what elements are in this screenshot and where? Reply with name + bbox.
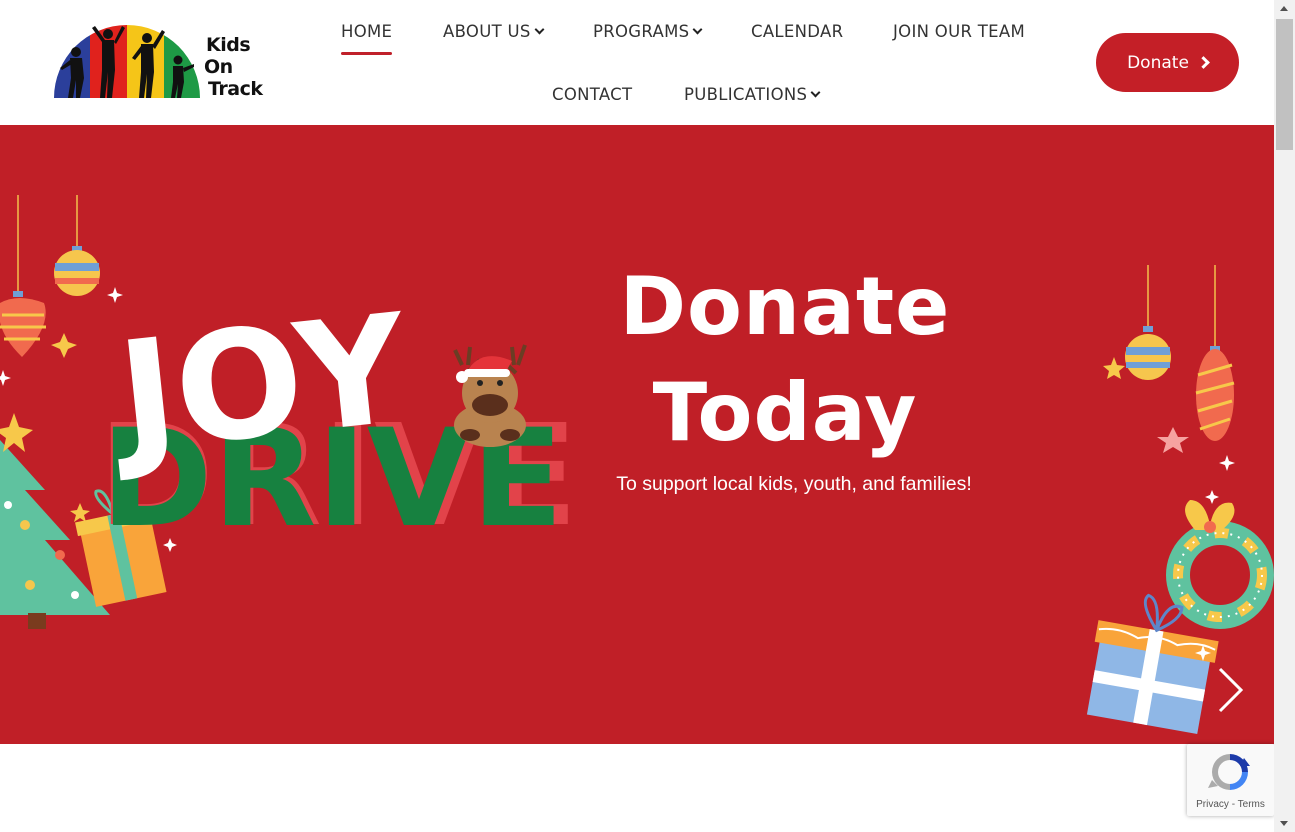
ornament-icon xyxy=(1195,346,1235,441)
nav-publications-label: PUBLICATIONS xyxy=(684,85,808,104)
scrollbar-thumb[interactable] xyxy=(1276,19,1293,150)
wreath-icon xyxy=(1166,500,1274,629)
donate-button-label: Donate xyxy=(1127,52,1189,73)
nav-contact[interactable]: CONTACT xyxy=(552,85,632,104)
nav-publications[interactable]: PUBLICATIONS xyxy=(684,85,821,104)
recaptcha-terms-link[interactable]: Terms xyxy=(1238,799,1265,810)
nav-home-label: HOME xyxy=(341,22,393,41)
header-donate-button[interactable]: Donate xyxy=(1096,33,1239,92)
logo-text-on: On xyxy=(204,56,233,78)
nav-programs-label: PROGRAMS xyxy=(593,22,690,41)
hero-title-line1: Donate xyxy=(619,260,951,353)
site-header: Kids On Track HOME ABOUT US PROGRAMS CAL… xyxy=(0,0,1274,125)
chevron-right-icon xyxy=(1197,56,1210,69)
scroll-up-arrow-icon[interactable] xyxy=(1280,6,1288,11)
logo-text-track: Track xyxy=(208,78,263,100)
nav-about-us[interactable]: ABOUT US xyxy=(443,22,545,41)
ornament-icon xyxy=(1125,326,1171,380)
kids-on-track-logo[interactable]: Kids On Track xyxy=(52,22,274,102)
hero-subtitle: To support local kids, youth, and famili… xyxy=(616,473,972,495)
ornament-icon xyxy=(54,246,100,296)
vertical-scrollbar[interactable] xyxy=(1274,0,1295,832)
nav-calendar[interactable]: CALENDAR xyxy=(751,22,843,41)
joy-word: JOY xyxy=(102,282,417,486)
chevron-down-icon xyxy=(692,24,703,35)
nav-calendar-label: CALENDAR xyxy=(751,22,844,41)
nav-programs[interactable]: PROGRAMS xyxy=(593,22,703,41)
recaptcha-privacy-link[interactable]: Privacy xyxy=(1196,799,1229,810)
logo-rainbow-icon xyxy=(54,25,200,98)
nav-contact-label: CONTACT xyxy=(552,85,633,104)
ornament-icon xyxy=(0,291,46,357)
nav-join-label: JOIN OUR TEAM xyxy=(893,22,1026,41)
chevron-down-icon xyxy=(534,24,545,35)
nav-home[interactable]: HOME xyxy=(341,22,393,55)
recaptcha-badge[interactable]: Privacy - Terms xyxy=(1187,744,1274,816)
slider-next-arrow-icon[interactable] xyxy=(1204,665,1254,715)
reindeer-icon xyxy=(453,344,527,447)
nav-join-our-team[interactable]: JOIN OUR TEAM xyxy=(893,22,1025,41)
hero-banner: DRIVE DRIVE JOY Donate Today To support … xyxy=(0,125,1274,744)
recaptcha-icon xyxy=(1208,754,1250,790)
scroll-down-arrow-icon[interactable] xyxy=(1280,821,1288,826)
chevron-down-icon xyxy=(810,87,821,98)
logo-text-kids: Kids xyxy=(206,34,251,56)
nav-about-label: ABOUT US xyxy=(443,22,531,41)
hero-title-line2: Today xyxy=(652,366,918,459)
